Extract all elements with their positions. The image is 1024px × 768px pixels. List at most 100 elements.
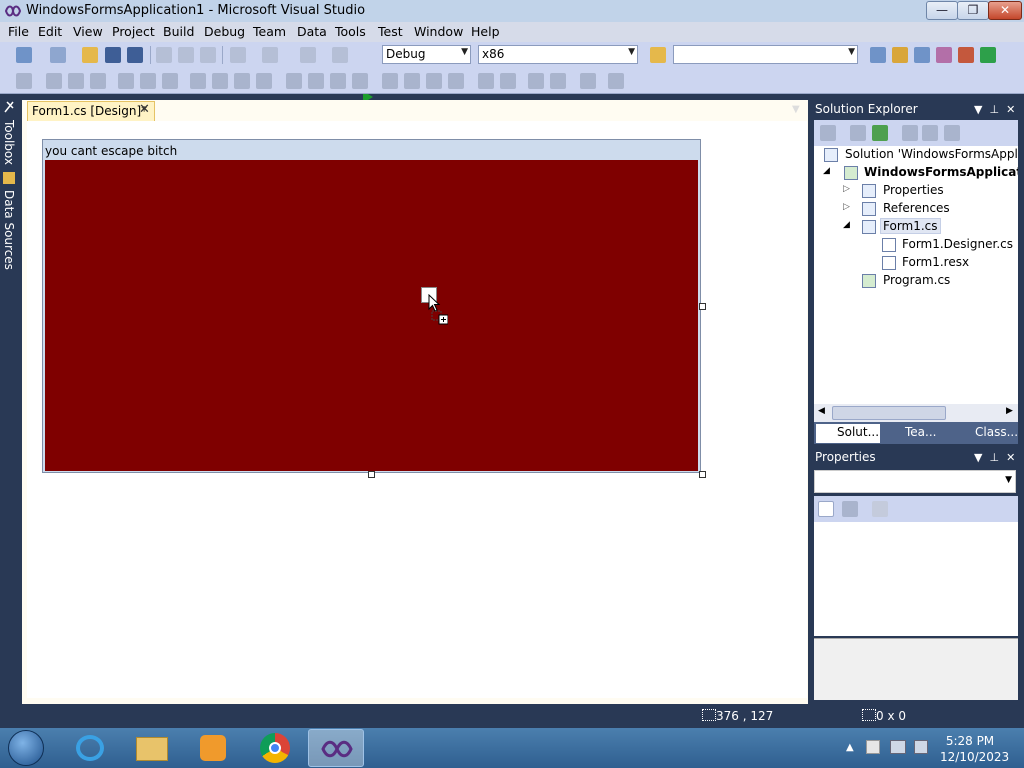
open-file-icon[interactable] bbox=[82, 47, 98, 63]
volume-icon[interactable] bbox=[914, 740, 928, 754]
save-all-icon[interactable] bbox=[127, 47, 143, 63]
horizontal-scrollbar[interactable]: ◀ ▶ bbox=[814, 404, 1018, 422]
collapsed-arrow-icon[interactable]: ▷ bbox=[843, 202, 850, 212]
tree-node-form1-designer[interactable]: Form1.Designer.cs bbox=[902, 237, 1013, 251]
new-project-icon[interactable] bbox=[16, 47, 32, 63]
show-hidden-icons[interactable]: ▲ bbox=[846, 742, 854, 753]
resize-handle-right[interactable] bbox=[699, 303, 706, 310]
tree-node-solution[interactable]: Solution 'WindowsFormsApplica bbox=[845, 147, 1018, 161]
action-center-icon[interactable] bbox=[866, 740, 880, 754]
scroll-left-icon[interactable]: ◀ bbox=[818, 406, 825, 416]
close-pane-icon[interactable]: ✕ bbox=[1006, 103, 1015, 116]
close-tab-icon[interactable]: ✕ bbox=[139, 102, 150, 117]
solution-explorer-icon[interactable] bbox=[870, 47, 886, 63]
view-class-diagram-icon[interactable] bbox=[944, 125, 960, 141]
navigate-forward-icon[interactable] bbox=[332, 47, 348, 63]
tab-team-explorer[interactable]: Tea... bbox=[884, 424, 942, 443]
make-same-width-icon[interactable] bbox=[190, 73, 206, 89]
menu-project[interactable]: Project bbox=[112, 24, 155, 39]
auto-hide-pin-icon[interactable]: ⊥ bbox=[989, 103, 999, 116]
categorized-icon[interactable] bbox=[818, 501, 834, 517]
tree-node-references[interactable]: References bbox=[883, 201, 950, 215]
taskbar-visual-studio[interactable] bbox=[308, 729, 364, 767]
navigate-backward-icon[interactable] bbox=[300, 47, 316, 63]
property-pages-icon[interactable] bbox=[872, 501, 888, 517]
menu-debug[interactable]: Debug bbox=[204, 24, 245, 39]
increase-vertical-spacing-icon[interactable] bbox=[404, 73, 420, 89]
vertical-spacing-icon[interactable] bbox=[382, 73, 398, 89]
find-combo[interactable]: ▼ bbox=[673, 45, 858, 64]
system-clock[interactable]: 5:28 PM 12/10/2023 bbox=[940, 733, 1009, 765]
align-middles-icon[interactable] bbox=[140, 73, 156, 89]
find-in-files-icon[interactable] bbox=[650, 47, 666, 63]
menu-view[interactable]: View bbox=[73, 24, 103, 39]
resize-handle-corner[interactable] bbox=[699, 471, 706, 478]
add-item-icon[interactable] bbox=[50, 47, 66, 63]
window-position-icon[interactable]: ▼ bbox=[974, 103, 982, 116]
expand-arrow-icon[interactable]: ◢ bbox=[823, 166, 830, 176]
align-centers-icon[interactable] bbox=[68, 73, 84, 89]
menu-file[interactable]: File bbox=[8, 24, 29, 39]
align-bottoms-icon[interactable] bbox=[162, 73, 178, 89]
center-vertically-icon[interactable] bbox=[500, 73, 516, 89]
close-pane-icon[interactable]: ✕ bbox=[1006, 451, 1015, 464]
tab-solution-explorer[interactable]: Solut... bbox=[816, 424, 880, 443]
make-same-height-icon[interactable] bbox=[234, 73, 250, 89]
auto-hide-pin-icon[interactable]: ⊥ bbox=[989, 451, 999, 464]
resize-handle-bottom[interactable] bbox=[368, 471, 375, 478]
tab-form1-design[interactable]: Form1.cs [Design]* bbox=[27, 101, 155, 121]
lock-controls-icon[interactable] bbox=[608, 73, 624, 89]
align-lefts-icon[interactable] bbox=[46, 73, 62, 89]
solution-configuration-select[interactable]: Debug ▼ bbox=[382, 45, 471, 64]
tree-node-project[interactable]: WindowsFormsApplication1 bbox=[864, 165, 1018, 179]
save-icon[interactable] bbox=[105, 47, 121, 63]
remove-vertical-spacing-icon[interactable] bbox=[448, 73, 464, 89]
view-code-icon[interactable] bbox=[902, 125, 918, 141]
tree-node-form1-resx[interactable]: Form1.resx bbox=[902, 255, 969, 269]
menu-build[interactable]: Build bbox=[163, 24, 194, 39]
decrease-vertical-spacing-icon[interactable] bbox=[426, 73, 442, 89]
maximize-button[interactable]: ❐ bbox=[957, 1, 989, 20]
tab-order-icon[interactable] bbox=[580, 73, 596, 89]
send-to-back-icon[interactable] bbox=[550, 73, 566, 89]
align-tops-icon[interactable] bbox=[118, 73, 134, 89]
tab-class-view[interactable]: Class... bbox=[954, 424, 1018, 443]
align-to-grid-icon[interactable] bbox=[16, 73, 32, 89]
menu-tools[interactable]: Tools bbox=[335, 24, 366, 39]
minimize-button[interactable]: — bbox=[926, 1, 958, 20]
scroll-right-icon[interactable]: ▶ bbox=[1006, 406, 1013, 416]
tree-node-form1[interactable]: Form1.cs bbox=[880, 218, 941, 234]
remove-horizontal-spacing-icon[interactable] bbox=[352, 73, 368, 89]
refresh-icon[interactable] bbox=[872, 125, 888, 141]
cut-icon[interactable] bbox=[156, 47, 172, 63]
menu-test[interactable]: Test bbox=[378, 24, 403, 39]
property-grid[interactable] bbox=[814, 522, 1018, 636]
start-page-icon[interactable] bbox=[980, 47, 996, 63]
increase-horizontal-spacing-icon[interactable] bbox=[308, 73, 324, 89]
menu-edit[interactable]: Edit bbox=[38, 24, 62, 39]
menu-help[interactable]: Help bbox=[471, 24, 500, 39]
scrollbar-thumb[interactable] bbox=[832, 406, 946, 420]
network-icon[interactable] bbox=[890, 740, 906, 754]
show-all-files-icon[interactable] bbox=[850, 125, 866, 141]
close-button[interactable]: ✕ bbox=[988, 1, 1022, 20]
window-position-icon[interactable]: ▼ bbox=[974, 451, 982, 464]
form-client-area[interactable] bbox=[45, 160, 698, 471]
toolbox-tab[interactable]: Toolbox bbox=[2, 120, 16, 165]
decrease-horizontal-spacing-icon[interactable] bbox=[330, 73, 346, 89]
tree-node-program[interactable]: Program.cs bbox=[883, 273, 950, 287]
object-browser-icon[interactable] bbox=[914, 47, 930, 63]
toolbox-icon[interactable] bbox=[936, 47, 952, 63]
expand-arrow-icon[interactable]: ◢ bbox=[843, 220, 850, 230]
size-to-grid-icon[interactable] bbox=[212, 73, 228, 89]
paste-icon[interactable] bbox=[200, 47, 216, 63]
view-designer-icon[interactable] bbox=[922, 125, 938, 141]
copy-icon[interactable] bbox=[178, 47, 194, 63]
align-rights-icon[interactable] bbox=[90, 73, 106, 89]
menu-window[interactable]: Window bbox=[414, 24, 463, 39]
object-selector[interactable]: ▼ bbox=[814, 470, 1016, 493]
taskbar-file-explorer[interactable] bbox=[124, 729, 180, 767]
tree-node-properties[interactable]: Properties bbox=[883, 183, 944, 197]
solution-platform-select[interactable]: x86 ▼ bbox=[478, 45, 638, 64]
make-same-size-icon[interactable] bbox=[256, 73, 272, 89]
